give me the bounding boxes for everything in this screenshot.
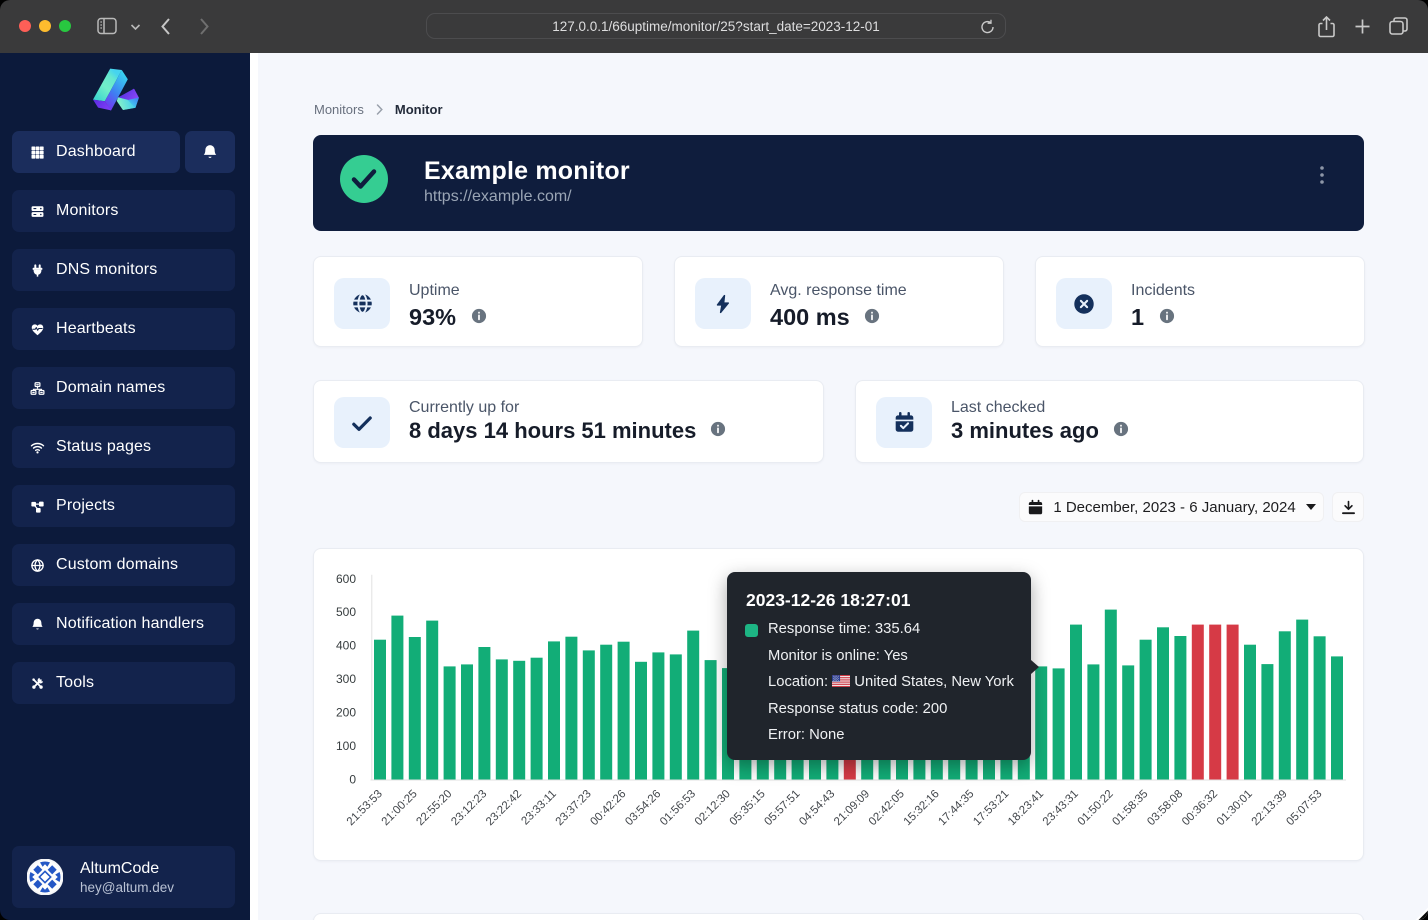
svg-text:02:12:30: 02:12:30: [693, 788, 733, 828]
svg-text:21:53:53: 21:53:53: [345, 788, 385, 828]
svg-text:400: 400: [336, 639, 356, 653]
svg-text:23:37:23: 23:37:23: [554, 788, 594, 828]
svg-text:500: 500: [336, 605, 356, 619]
svg-text:05:57:51: 05:57:51: [762, 788, 802, 828]
svg-text:22:55:20: 22:55:20: [414, 788, 454, 828]
svg-text:100: 100: [336, 739, 356, 753]
svg-text:17:44:35: 17:44:35: [936, 788, 976, 828]
svg-text:22:13:39: 22:13:39: [1250, 788, 1290, 828]
svg-text:23:22:42: 23:22:42: [484, 788, 524, 828]
svg-text:01:56:53: 01:56:53: [658, 788, 698, 828]
svg-text:02:42:05: 02:42:05: [867, 788, 907, 828]
svg-text:01:58:35: 01:58:35: [1110, 788, 1150, 828]
svg-text:00:42:26: 00:42:26: [588, 788, 628, 828]
svg-text:15:32:16: 15:32:16: [902, 788, 942, 828]
svg-text:23:33:11: 23:33:11: [519, 788, 559, 828]
svg-text:17:53:21: 17:53:21: [971, 788, 1011, 828]
svg-text:03:54:26: 03:54:26: [623, 788, 663, 828]
svg-text:00:36:32: 00:36:32: [1180, 788, 1220, 828]
svg-text:23:43:31: 23:43:31: [1041, 788, 1081, 828]
svg-text:21:00:25: 21:00:25: [380, 788, 420, 828]
svg-text:01:30:01: 01:30:01: [1215, 788, 1255, 828]
svg-text:200: 200: [336, 706, 356, 720]
svg-text:05:07:53: 05:07:53: [1284, 788, 1324, 828]
svg-text:01:50:22: 01:50:22: [1076, 788, 1116, 828]
svg-text:0: 0: [349, 773, 356, 787]
svg-text:04:54:43: 04:54:43: [797, 788, 837, 828]
svg-text:600: 600: [336, 572, 356, 586]
svg-text:03:58:08: 03:58:08: [1145, 788, 1185, 828]
svg-text:300: 300: [336, 672, 356, 686]
svg-text:23:12:23: 23:12:23: [449, 788, 489, 828]
svg-text:18:23:41: 18:23:41: [1006, 788, 1046, 828]
svg-text:21:09:09: 21:09:09: [832, 788, 872, 828]
svg-text:05:35:15: 05:35:15: [728, 788, 768, 828]
